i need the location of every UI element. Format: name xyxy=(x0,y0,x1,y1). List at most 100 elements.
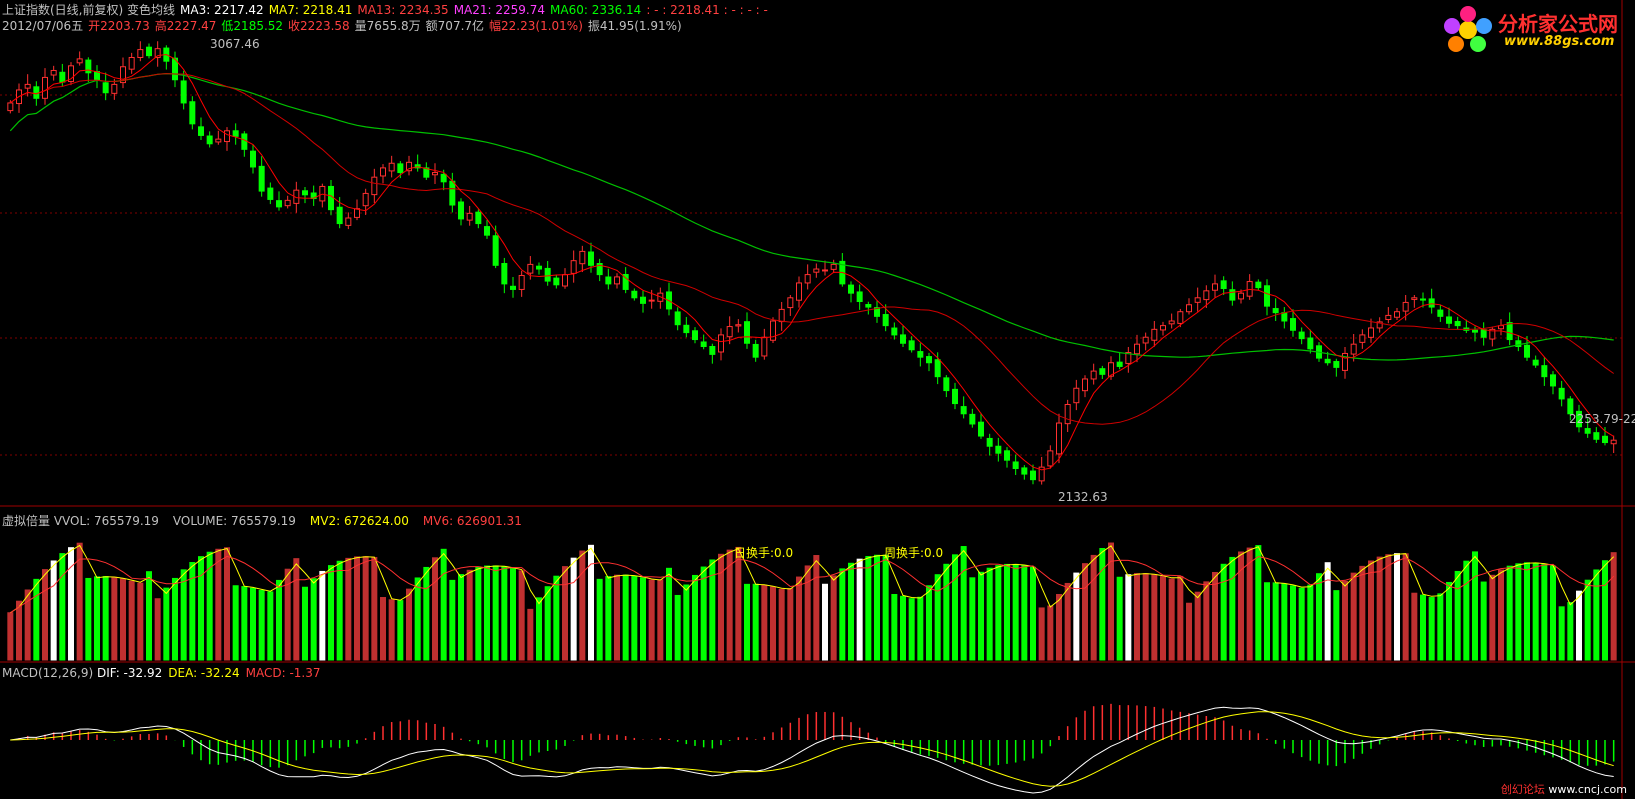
candle-body xyxy=(960,406,967,415)
volume-bar xyxy=(1004,563,1010,661)
candle-body xyxy=(1229,289,1236,301)
candle-body xyxy=(492,235,499,266)
volume-bar xyxy=(1012,563,1019,661)
candle-body xyxy=(518,275,525,290)
volume-bar xyxy=(969,577,976,661)
volume-bar xyxy=(1142,573,1149,661)
volume-bar xyxy=(770,586,776,661)
volume-bar xyxy=(1194,591,1201,661)
watermark-prefix: 创幻论坛 xyxy=(1500,783,1545,796)
volume-bar xyxy=(328,565,334,661)
candle-body xyxy=(302,190,308,196)
volume-bar xyxy=(1229,556,1236,661)
candle-body xyxy=(128,56,135,70)
volume-bar xyxy=(1151,574,1158,661)
volume-bar xyxy=(449,579,456,661)
volume-bar xyxy=(1420,594,1426,661)
volume-bar xyxy=(276,579,282,661)
volume-bar xyxy=(544,586,551,661)
candle-body xyxy=(1350,343,1357,355)
candle-body xyxy=(640,296,646,304)
volume-bar xyxy=(1411,592,1418,661)
candle-body xyxy=(1090,370,1097,380)
volume-bar xyxy=(1246,547,1253,661)
volume-bar xyxy=(310,578,317,661)
candle-body xyxy=(1177,311,1184,324)
volume-bar xyxy=(1342,580,1348,661)
volume-bar xyxy=(1385,554,1392,661)
volume-bar xyxy=(1506,565,1513,661)
volume-bar xyxy=(518,570,525,661)
candle-body xyxy=(1134,343,1140,355)
volume-bar xyxy=(146,571,152,661)
ma-short-line xyxy=(10,53,1614,471)
volume-bar xyxy=(1558,606,1565,661)
candle-body xyxy=(1160,325,1166,331)
candle-body xyxy=(1298,331,1305,340)
candle-body xyxy=(180,80,187,104)
candle-body xyxy=(1454,321,1461,327)
candle-body xyxy=(1420,298,1426,301)
volume-bar xyxy=(553,575,560,661)
volume-bar xyxy=(1203,581,1210,661)
candle-body xyxy=(1472,329,1478,333)
volume-bar xyxy=(1446,581,1452,661)
candle-body xyxy=(1558,387,1565,400)
volume-bar xyxy=(1307,584,1314,661)
volume-bar xyxy=(1047,605,1054,661)
volume-bar xyxy=(1454,570,1461,661)
volume-bar xyxy=(614,574,620,661)
macd-legend-0: DIF: -32.92 xyxy=(96,666,163,680)
candle-body xyxy=(440,173,447,183)
candle-body xyxy=(614,276,620,285)
candle-body xyxy=(726,326,733,338)
candle-body xyxy=(328,185,334,211)
watermark: 创幻论坛 www.cncj.com xyxy=(1501,781,1627,797)
candle-body xyxy=(1281,312,1288,322)
vol-legend-2: MV2: 672624.00 xyxy=(309,514,409,528)
volume-bar xyxy=(917,596,924,661)
weekly-turnover-label: 周换手:0.0 xyxy=(884,546,944,560)
candle-body xyxy=(1012,461,1019,470)
volume-bar xyxy=(778,588,785,661)
candle-body xyxy=(1307,337,1314,350)
candle-body xyxy=(137,49,144,58)
volume-bar xyxy=(1064,582,1071,661)
candle-body xyxy=(978,421,984,437)
candle-body xyxy=(466,212,473,221)
volume-bar xyxy=(102,576,109,661)
candle-body xyxy=(926,356,932,364)
volume-bar xyxy=(692,574,698,661)
volume-bar xyxy=(986,567,993,661)
candle-body xyxy=(232,130,239,137)
volume-bar xyxy=(42,569,48,661)
candle-body xyxy=(250,150,256,168)
candle-body xyxy=(1550,374,1556,387)
candle-body xyxy=(241,133,248,150)
volume-bar xyxy=(865,556,872,661)
candle-body xyxy=(206,135,213,145)
volume-bar xyxy=(1038,607,1045,661)
volume-bar xyxy=(475,566,482,661)
volume-bar xyxy=(1264,582,1270,661)
volume-bar xyxy=(501,566,508,661)
candle-body xyxy=(1116,361,1123,367)
candle-body xyxy=(579,250,586,265)
candle-body xyxy=(1056,422,1062,455)
candle-body xyxy=(900,334,906,344)
volume-bar xyxy=(588,544,594,661)
volume-bar xyxy=(934,574,941,661)
candle-body xyxy=(267,187,274,200)
candle-body xyxy=(276,200,282,208)
candle-body xyxy=(1428,298,1435,308)
volume-bar xyxy=(1255,545,1262,661)
candle-body xyxy=(735,324,742,327)
candle-body xyxy=(189,101,196,125)
candle-body xyxy=(1064,403,1071,425)
candle-body xyxy=(804,274,811,284)
volume-bar xyxy=(466,569,473,661)
volume-bar xyxy=(666,567,672,661)
volume-bar xyxy=(354,556,360,661)
volume-bar xyxy=(458,574,464,661)
volume-bar xyxy=(1290,585,1296,661)
